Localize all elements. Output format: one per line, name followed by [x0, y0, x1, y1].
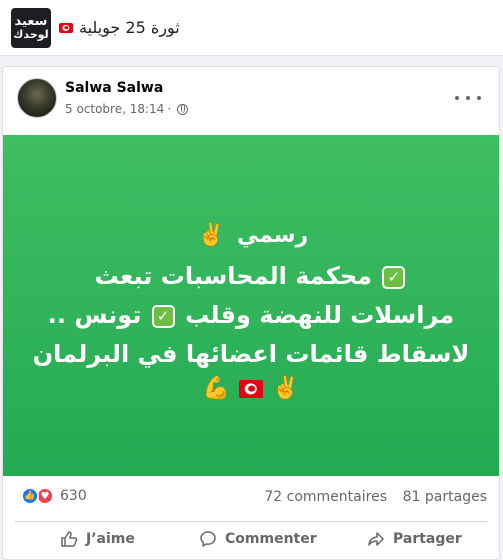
victory-hand-icon: ✌️	[272, 376, 300, 401]
post-line-text: مراسلات للنهضة وقلب	[185, 301, 455, 329]
post-emoji-row: 💪 ✌️	[199, 376, 304, 401]
thumbs-up-icon	[61, 531, 78, 547]
reactions-summary[interactable]: 👍 ♥ 630	[21, 487, 87, 505]
post-stats: 👍 ♥ 630 72 commentaires 81 partages	[3, 486, 499, 512]
like-button[interactable]: J’aime	[60, 530, 135, 548]
like-reaction-icon: 👍	[21, 487, 39, 505]
comment-label: Commenter	[225, 531, 317, 547]
dot-icon	[477, 96, 481, 100]
dot-icon	[466, 96, 470, 100]
post-card: Salwa Salwa 5 octobre, 18:14 · رسمي ✌️ ✓…	[2, 66, 500, 560]
group-header: سعيد لوحدك ثورة 25 جويلية	[0, 0, 503, 56]
author-name[interactable]: Salwa Salwa	[65, 80, 163, 96]
more-options-button[interactable]	[455, 88, 481, 108]
post-line-text: لاسقاط قائمات اعضائها في البرلمان	[32, 340, 470, 368]
group-title[interactable]: ثورة 25 جويلية	[59, 18, 180, 37]
globe-icon	[177, 103, 189, 115]
comments-count[interactable]: 72 commentaires	[264, 489, 387, 505]
post-line-parliament: لاسقاط قائمات اعضائها في البرلمان	[33, 335, 470, 374]
comment-button[interactable]: Commenter	[199, 530, 317, 548]
group-logo-line2: لوحدك	[13, 27, 49, 41]
share-button[interactable]: Partager	[367, 530, 462, 548]
avatar[interactable]	[17, 78, 57, 118]
dot-icon	[455, 96, 459, 100]
shares-count[interactable]: 81 partages	[403, 489, 487, 505]
post-line-letters: مراسلات للنهضة وقلب ✓ تونس ..	[48, 296, 454, 335]
check-icon: ✓	[382, 265, 406, 289]
tunisia-flag-icon	[239, 379, 263, 398]
group-logo[interactable]: سعيد لوحدك	[11, 7, 51, 48]
post-line-official: رسمي ✌️	[194, 216, 308, 255]
post-line-text: تونس ..	[47, 301, 142, 329]
share-arrow-icon	[368, 532, 384, 546]
post-line-text: رسمي	[236, 223, 309, 248]
post-image[interactable]: رسمي ✌️ ✓ محكمة المحاسبات تبعث مراسلات ل…	[3, 135, 499, 476]
check-icon: ✓	[151, 304, 175, 328]
group-title-text: ثورة 25 جويلية	[79, 18, 180, 37]
victory-hand-icon: ✌️	[197, 223, 226, 248]
post-actions: J’aime Commenter Partager	[3, 522, 499, 559]
meta-separator: ·	[167, 102, 172, 116]
flexed-biceps-icon: 💪	[202, 376, 230, 401]
post-line-court: ✓ محكمة المحاسبات تبعث	[95, 257, 408, 296]
tunisia-flag-icon	[59, 22, 73, 33]
post-line-text: محكمة المحاسبات تبعث	[94, 262, 373, 290]
reaction-count: 630	[60, 488, 87, 504]
comment-icon	[200, 531, 216, 547]
post-header: Salwa Salwa 5 octobre, 18:14 ·	[3, 67, 499, 135]
share-label: Partager	[393, 531, 462, 547]
post-meta: 5 octobre, 18:14 ·	[65, 102, 189, 116]
post-timestamp[interactable]: 5 octobre, 18:14	[65, 102, 164, 116]
group-logo-line1: سعيد	[14, 13, 48, 29]
like-label: J’aime	[86, 531, 135, 547]
